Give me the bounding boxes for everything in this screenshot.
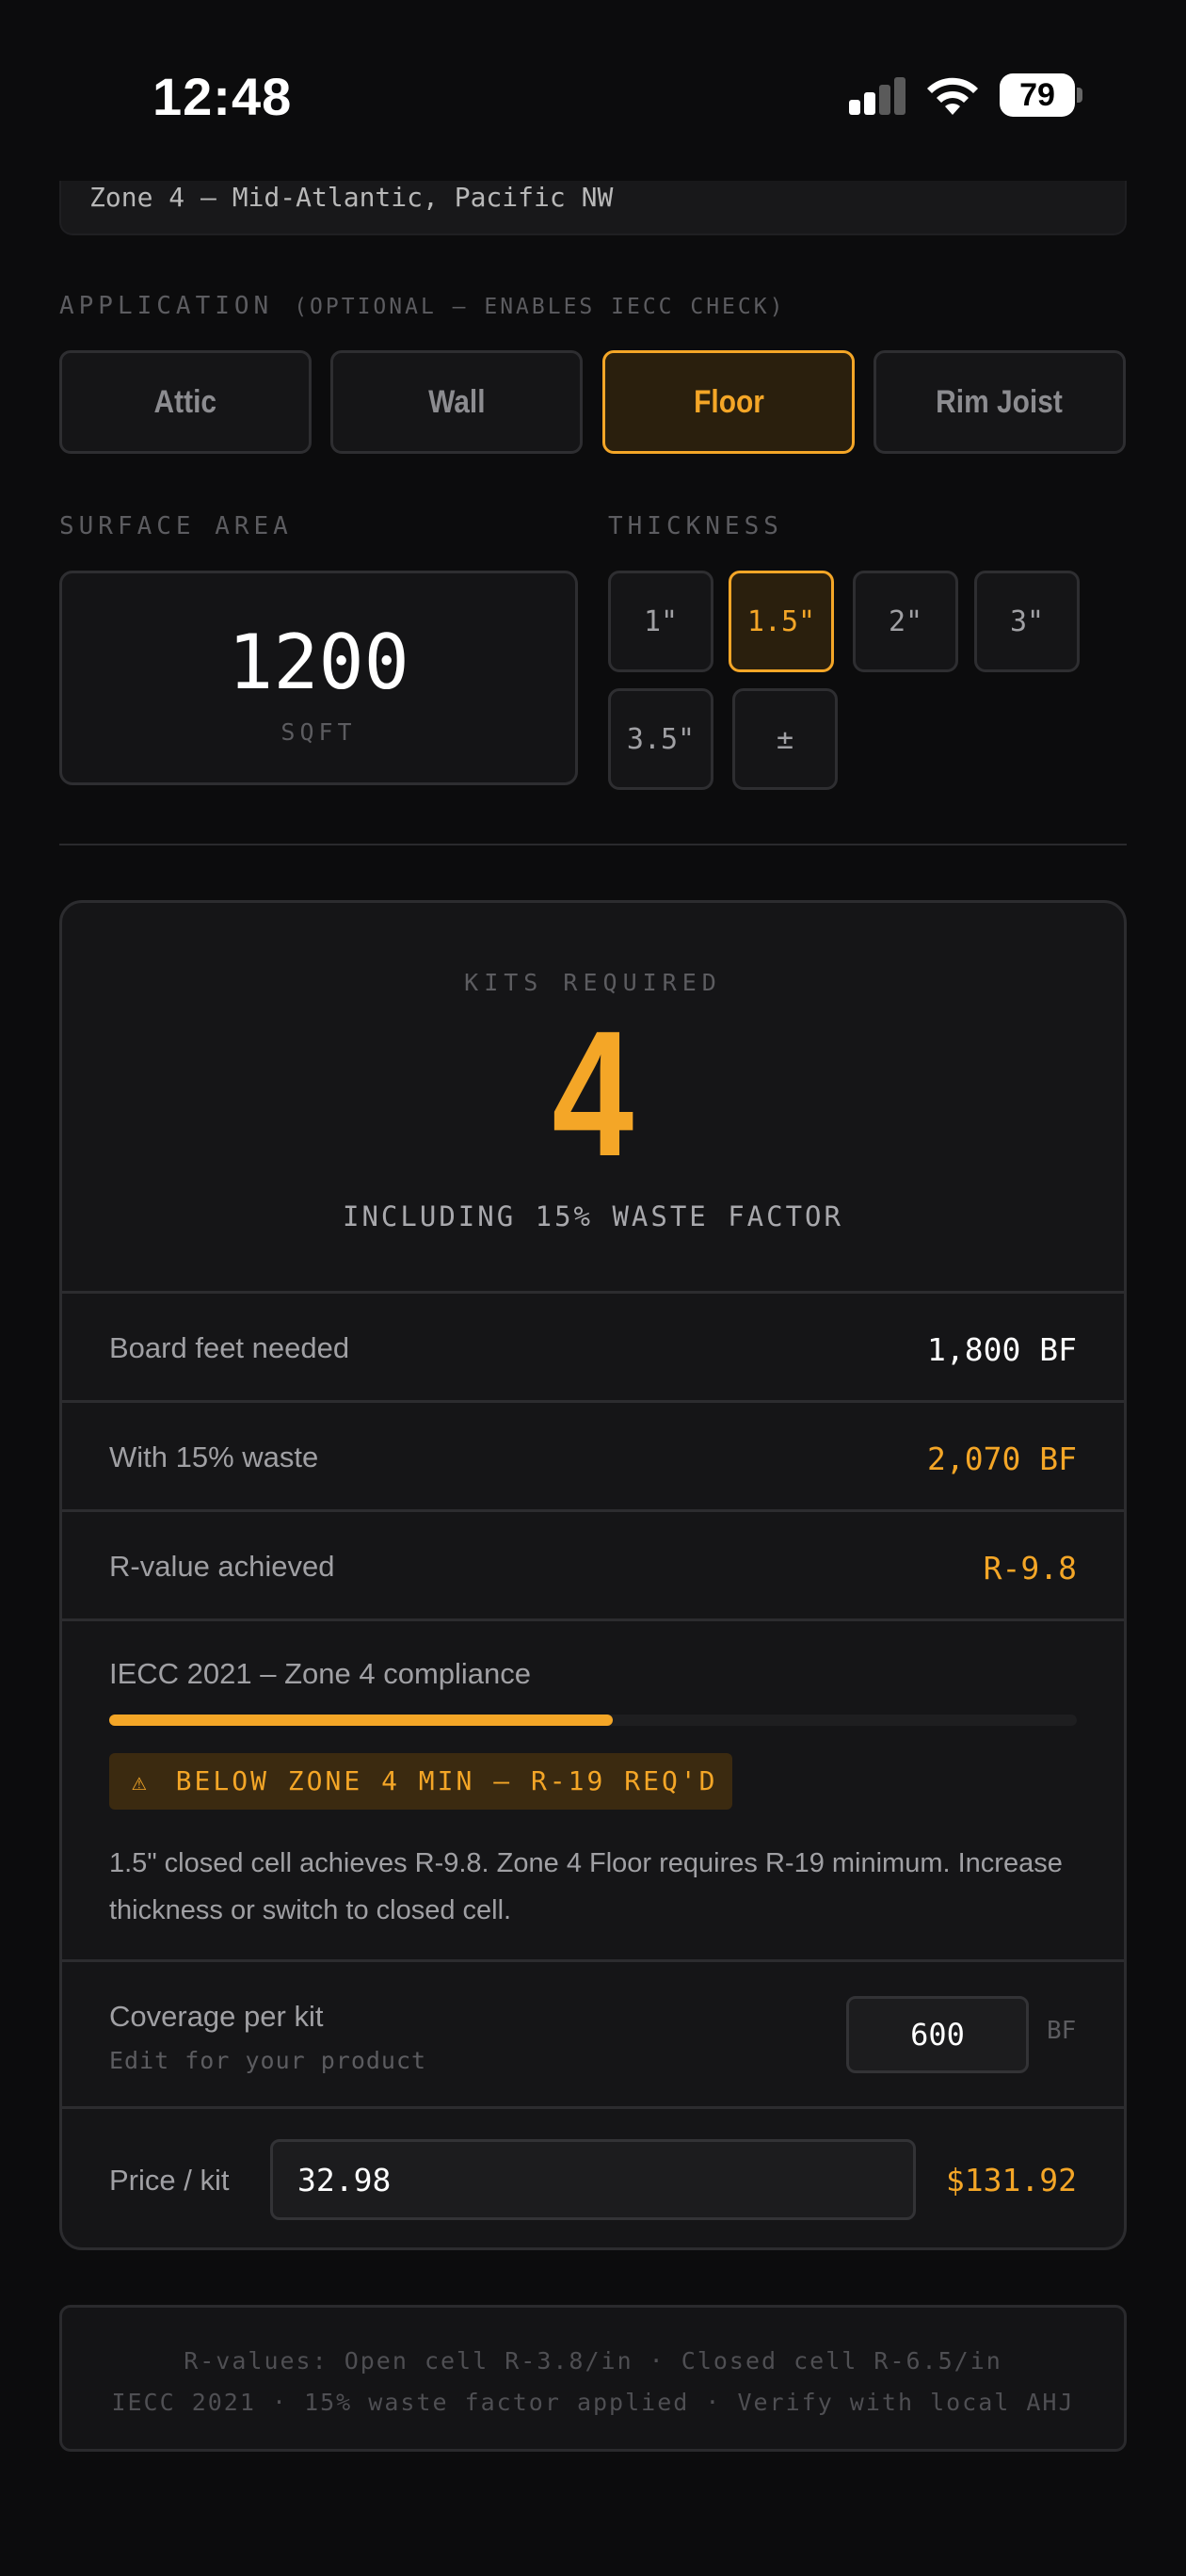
price-label: Price / kit [109,2164,230,2197]
coverage-unit: BF [1047,2017,1077,2045]
compliance-progress-fill [109,1715,613,1726]
coverage-row: Coverage per kit Edit for your product B… [62,1959,1124,2106]
notes-line-2: IECC 2021 · 15% waste factor applied · V… [111,2389,1075,2416]
results-card: KITS REQUIRED 4 INCLUDING 15% WASTE FACT… [59,900,1127,2250]
with-waste-value: 2,070 BF [927,1441,1077,1477]
board-feet-row: Board feet needed 1,800 BF [62,1291,1124,1400]
compliance-progress-bar [109,1715,1077,1726]
board-feet-label: Board feet needed [109,1331,350,1364]
with-waste-row: With 15% waste 2,070 BF [62,1400,1124,1509]
surface-area-label: SURFACE AREA [59,512,293,540]
application-attic-button[interactable]: Attic [59,350,312,454]
thickness-custom-button[interactable]: ± [732,688,838,790]
thickness-2-button[interactable]: 2" [853,571,958,672]
price-total: $131.92 [945,2162,1077,2198]
thickness-label: THICKNESS [608,512,783,540]
kits-required-value: 4 [552,994,634,1194]
thickness-3-button[interactable]: 3" [974,571,1080,672]
status-bar: 12:48 79 [0,0,1186,179]
price-per-kit-input[interactable] [270,2139,916,2220]
application-floor-button[interactable]: Floor [602,350,855,454]
section-divider [59,844,1127,845]
application-wall-button[interactable]: Wall [330,350,583,454]
status-time: 12:48 [152,67,293,126]
compliance-section: IECC 2021 – Zone 4 compliance ⚠ BELOW ZON… [62,1618,1124,1959]
coverage-sublabel: Edit for your product [109,2047,427,2074]
notes-line-1: R-values: Open cell R-3.8/in · Closed ce… [184,2347,1002,2375]
r-value-value: R-9.8 [983,1550,1077,1586]
compliance-message: 1.5" closed cell achieves R-9.8. Zone 4 … [109,1848,1063,1925]
surface-area-input[interactable]: 1200 SQFT [59,571,578,785]
compliance-warning-badge: ⚠ BELOW ZONE 4 MIN – R-19 REQ'D [109,1753,732,1810]
warning-icon: ⚠ [132,1768,150,1796]
thickness-3-5-button[interactable]: 3.5" [608,688,713,790]
surface-area-unit: SQFT [280,718,357,746]
coverage-label: Coverage per kit [109,2000,324,2033]
coverage-per-kit-input[interactable] [846,1996,1029,2073]
climate-zone-select[interactable]: Zone 4 – Mid-Atlantic, Pacific NW [59,181,1127,235]
notes-footer: R-values: Open cell R-3.8/in · Closed ce… [59,2305,1127,2452]
compliance-title: IECC 2021 – Zone 4 compliance [109,1657,532,1690]
waste-factor-note: INCLUDING 15% WASTE FACTOR [343,1200,843,1232]
battery-level: 79 [1019,76,1055,113]
thickness-1-5-button[interactable]: 1.5" [729,571,834,672]
battery-icon: 79 [1000,73,1082,117]
application-sublabel: (OPTIONAL – ENABLES IECC CHECK) [294,295,786,319]
price-row: Price / kit $131.92 [62,2106,1124,2247]
r-value-row: R-value achieved R-9.8 [62,1509,1124,1618]
r-value-label: R-value achieved [109,1550,335,1583]
kits-required-label: KITS REQUIRED [464,969,722,996]
with-waste-label: With 15% waste [109,1441,319,1473]
application-rim-joist-button[interactable]: Rim Joist [873,350,1126,454]
surface-area-value[interactable]: 1200 [62,619,575,706]
wifi-icon [927,77,978,115]
warning-text: BELOW ZONE 4 MIN – R-19 REQ'D [175,1765,718,1796]
board-feet-value: 1,800 BF [927,1331,1077,1368]
climate-zone-value: Zone 4 – Mid-Atlantic, Pacific NW [89,182,614,213]
application-label: APPLICATION (OPTIONAL – ENABLES IECC CHEC… [59,292,786,320]
cellular-signal-icon [849,77,907,115]
thickness-1-button[interactable]: 1" [608,571,713,672]
